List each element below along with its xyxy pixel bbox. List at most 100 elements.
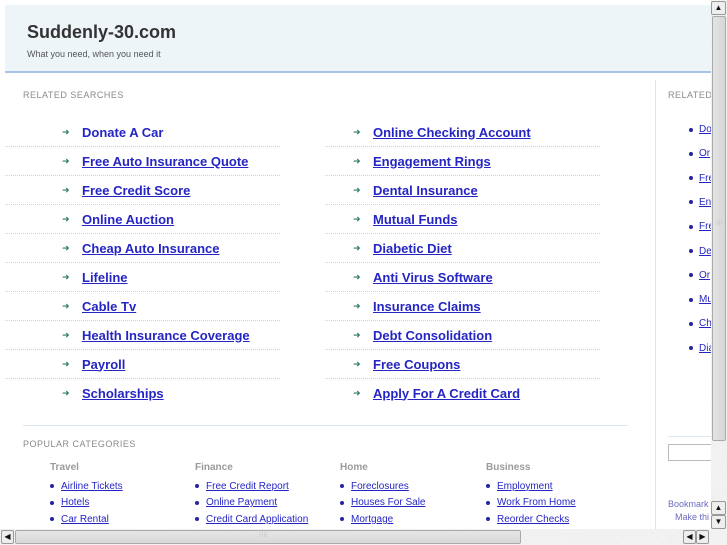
- sidebar-item: Or: [689, 270, 710, 281]
- related-search-item: ➜ Apply For A Credit Card: [325, 379, 600, 407]
- bullet-icon: [689, 346, 693, 351]
- popular-categories-label: POPULAR CATEGORIES: [23, 439, 136, 449]
- sidebar-search-input[interactable]: [668, 444, 712, 461]
- related-search-link[interactable]: Diabetic Diet: [373, 241, 452, 256]
- category-link[interactable]: Employment: [497, 481, 553, 492]
- scroll-left-button-end[interactable]: ◀: [683, 530, 696, 544]
- category-link[interactable]: Credit Card Application: [206, 514, 308, 525]
- related-search-item: ➜ Debt Consolidation: [325, 321, 600, 350]
- related-search-item: ➜ Diabetic Diet: [325, 234, 600, 263]
- sidebar-link[interactable]: Or: [699, 270, 710, 281]
- related-search-link[interactable]: Health Insurance Coverage: [82, 328, 250, 343]
- related-search-link[interactable]: Free Credit Score: [82, 183, 190, 198]
- related-search-item: ➜ Payroll: [5, 350, 280, 379]
- sidebar-item: Fre: [689, 221, 712, 232]
- scroll-left-button[interactable]: ◀: [1, 530, 14, 544]
- related-search-link[interactable]: Mutual Funds: [373, 212, 458, 227]
- scroll-up-top-button[interactable]: ▲: [711, 1, 726, 15]
- related-search-item: ➜ Scholarships: [5, 379, 280, 407]
- section-divider: [23, 425, 628, 426]
- related-search-link[interactable]: Online Auction: [82, 212, 174, 227]
- arrow-icon: ➜: [62, 155, 70, 166]
- arrow-icon: ➜: [353, 300, 361, 311]
- bullet-icon: [689, 297, 693, 302]
- sidebar-link[interactable]: Do: [699, 124, 712, 135]
- category-link[interactable]: Car Rental: [61, 514, 109, 525]
- bullet-icon: [689, 249, 693, 253]
- bookmark-link[interactable]: Bookmark: [668, 499, 709, 509]
- category-title: Travel: [50, 462, 79, 473]
- category-link[interactable]: Online Payment: [206, 497, 277, 508]
- category-item: Airline Tickets: [50, 478, 190, 495]
- category-link[interactable]: Houses For Sale: [351, 497, 425, 508]
- related-search-link[interactable]: Free Coupons: [373, 357, 460, 372]
- horizontal-scrollbar[interactable]: ◀ ⁝⁝⁝⁝ ◀ ▶: [0, 529, 711, 545]
- bullet-icon: [340, 484, 344, 489]
- related-search-link[interactable]: Online Checking Account: [373, 125, 531, 140]
- bullet-icon: [50, 517, 54, 522]
- related-search-item: ➜ Online Auction: [5, 205, 280, 234]
- sidebar-link[interactable]: Ch: [699, 318, 712, 329]
- bullet-icon: [50, 484, 54, 489]
- bullet-icon: [689, 224, 693, 229]
- bullet-icon: [689, 273, 693, 278]
- arrow-icon: ➜: [62, 387, 70, 398]
- related-search-item: ➜ Cable Tv: [5, 292, 280, 321]
- site-header: Suddenly-30.com What you need, when you …: [5, 5, 712, 73]
- scroll-right-button[interactable]: ▶: [696, 530, 709, 544]
- sidebar-item: Or: [689, 148, 710, 159]
- bullet-icon: [195, 484, 199, 489]
- related-search-item: ➜ Engagement Rings: [325, 147, 600, 176]
- category-item: Credit Card Application: [195, 511, 335, 528]
- related-search-link[interactable]: Cable Tv: [82, 299, 136, 314]
- related-search-link[interactable]: Cheap Auto Insurance: [82, 241, 219, 256]
- category-item: Mortgage: [340, 511, 480, 528]
- horizontal-scroll-thumb[interactable]: ⁝⁝⁝⁝: [15, 530, 521, 544]
- site-tagline: What you need, when you need it: [27, 49, 161, 59]
- scroll-left-icon: ◀: [686, 532, 693, 541]
- related-search-link[interactable]: Anti Virus Software: [373, 270, 493, 285]
- sidebar-item: Do: [689, 124, 712, 135]
- bullet-icon: [486, 500, 490, 505]
- category-item: Foreclosures: [340, 478, 480, 495]
- arrow-icon: ➜: [62, 126, 70, 137]
- site-title[interactable]: Suddenly-30.com: [27, 22, 176, 43]
- arrow-icon: ➜: [353, 271, 361, 282]
- related-search-link[interactable]: Dental Insurance: [373, 183, 478, 198]
- category-link[interactable]: Reorder Checks: [497, 514, 569, 525]
- arrow-icon: ➜: [62, 329, 70, 340]
- related-search-item: ➜ Free Auto Insurance Quote: [5, 147, 280, 176]
- category-link[interactable]: Airline Tickets: [61, 481, 123, 492]
- related-search-link[interactable]: Engagement Rings: [373, 154, 491, 169]
- related-search-link[interactable]: Apply For A Credit Card: [373, 386, 520, 401]
- related-search-link[interactable]: Insurance Claims: [373, 299, 481, 314]
- arrow-icon: ➜: [353, 358, 361, 369]
- bullet-icon: [50, 500, 54, 505]
- related-search-link[interactable]: Donate A Car: [82, 125, 163, 140]
- related-search-link[interactable]: Payroll: [82, 357, 125, 372]
- category-link[interactable]: Work From Home: [497, 497, 576, 508]
- make-homepage-link[interactable]: Make thi: [675, 512, 709, 522]
- scrollbar-corner: [711, 529, 727, 545]
- arrow-icon: ➜: [353, 126, 361, 137]
- related-search-item: ➜ Online Checking Account: [325, 118, 600, 147]
- category-title: Finance: [195, 462, 233, 473]
- related-search-link[interactable]: Free Auto Insurance Quote: [82, 154, 248, 169]
- sidebar-link[interactable]: Or: [699, 148, 710, 159]
- category-link[interactable]: Foreclosures: [351, 481, 409, 492]
- sidebar-link[interactable]: De: [699, 246, 712, 257]
- related-search-link[interactable]: Scholarships: [82, 386, 164, 401]
- vertical-scroll-thumb[interactable]: ⁝⁝⁝: [712, 16, 726, 441]
- category-column: Business Employment Work From Home Reorder …: [486, 462, 626, 528]
- category-link[interactable]: Hotels: [61, 497, 89, 508]
- category-link[interactable]: Free Credit Report: [206, 481, 289, 492]
- related-search-link[interactable]: Debt Consolidation: [373, 328, 492, 343]
- category-link[interactable]: Mortgage: [351, 514, 393, 525]
- sidebar-link[interactable]: En: [699, 197, 711, 208]
- bullet-icon: [689, 151, 693, 156]
- arrow-icon: ➜: [353, 329, 361, 340]
- scroll-down-button[interactable]: ▼: [711, 515, 726, 529]
- vertical-scrollbar[interactable]: ▲ ⁝⁝⁝ ▲ ▼: [711, 0, 727, 530]
- scroll-up-button[interactable]: ▲: [711, 501, 726, 515]
- related-search-link[interactable]: Lifeline: [82, 270, 128, 285]
